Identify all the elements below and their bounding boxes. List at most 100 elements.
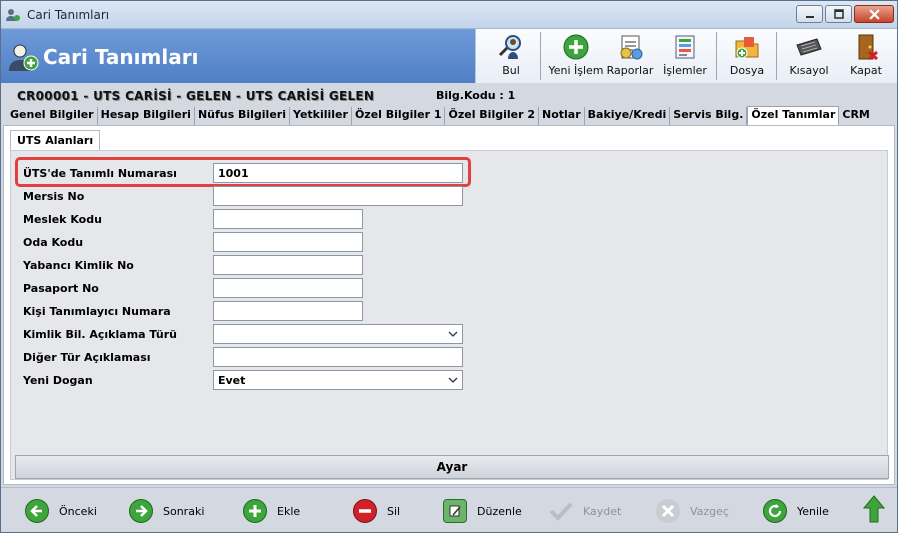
close-button[interactable] (854, 5, 894, 23)
kaydet-label: Kaydet (583, 504, 622, 518)
kaydet-button[interactable]: Kaydet (549, 498, 621, 524)
toolbar-separator (776, 32, 777, 80)
chevron-down-icon (448, 331, 458, 337)
toolbar-label: Kısayol (789, 64, 829, 77)
yenile-label: Yenile (797, 504, 829, 518)
sil-button[interactable]: Sil (353, 498, 400, 524)
tab-ozel-bilgiler-1[interactable]: Özel Bilgiler 1 (351, 107, 446, 126)
cari-icon (9, 44, 39, 71)
onceki-label: Önceki (59, 504, 97, 518)
subtab-uts-alanlari[interactable]: UTS Alanları (10, 130, 101, 150)
select-value: Evet (218, 374, 246, 387)
tab-yetkililer[interactable]: Yetkililer (289, 107, 352, 126)
exit-door-icon (858, 34, 878, 61)
toolbar-raporlar-button[interactable]: Raporlar (606, 31, 654, 81)
onceki-button[interactable]: Önceki (25, 498, 97, 524)
meslek-kodu-input[interactable] (213, 209, 363, 229)
transactions-icon (675, 35, 695, 59)
minimize-button[interactable] (796, 5, 823, 23)
edit-icon (443, 499, 467, 523)
tab-ozel-bilgiler-2[interactable]: Özel Bilgiler 2 (445, 107, 540, 126)
toolbar-separator (716, 32, 717, 80)
folder-icon (735, 37, 759, 59)
page-title: Cari Tanımları (43, 45, 199, 69)
record-code: CR00001 - UTS CARİSİ - GELEN - UTS CARİS… (17, 89, 375, 103)
minimize-icon (805, 16, 814, 18)
toolbar-yeni-islem-button[interactable]: Yeni İşlem (548, 31, 604, 81)
toolbar-dosya-button[interactable]: Dosya (724, 31, 770, 81)
toolbar-islemler-button[interactable]: İşlemler (660, 31, 710, 81)
toolbar-label: İşlemler (663, 64, 707, 77)
window-title: Cari Tanımları (27, 8, 110, 22)
app-icon (6, 9, 20, 21)
field-label: Yabancı Kimlik No (23, 259, 134, 272)
plus-icon (243, 499, 267, 523)
maximize-icon (833, 9, 844, 19)
ekle-label: Ekle (277, 504, 301, 518)
uts-number-input[interactable]: 1001 (213, 163, 463, 183)
toolbar-kisayol-button[interactable]: Kısayol (784, 31, 834, 81)
pasaport-no-input[interactable] (213, 278, 363, 298)
toolbar-label: Raporlar (606, 64, 654, 77)
sil-label: Sil (387, 504, 401, 518)
kimlik-aciklama-turu-select[interactable] (213, 324, 463, 344)
toolbar-label: Kapat (850, 64, 882, 77)
field-label: Yeni Dogan (23, 374, 93, 387)
kisi-tanimlayici-input[interactable] (213, 301, 363, 321)
tab-servis-bilg[interactable]: Servis Bilg. (670, 107, 748, 126)
field-label: Kimlik Bil. Açıklama Türü (23, 328, 177, 341)
tab-genel-bilgiler[interactable]: Genel Bilgiler (7, 107, 98, 126)
yeni-dogan-select[interactable]: Evet (213, 370, 463, 390)
tab-panel: UTS Alanları ÜTS'de Tanımlı Numarası 100… (3, 125, 895, 485)
toolbar-kapat-button[interactable]: Kapat (844, 31, 888, 81)
vazgec-label: Vazgeç (690, 504, 729, 518)
field-label: Pasaport No (23, 282, 99, 295)
tab-crm[interactable]: CRM (839, 107, 873, 126)
toolbar-bul-button[interactable]: Bul (486, 31, 536, 81)
yabanci-kimlik-no-input[interactable] (213, 255, 363, 275)
tab-hesap-bilgileri[interactable]: Hesap Bilgileri (97, 107, 195, 126)
field-label: Kişi Tanımlayıcı Numara (23, 305, 171, 318)
tab-nufus-bilgileri[interactable]: Nüfus Bilgileri (194, 107, 290, 126)
field-label: Diğer Tür Açıklaması (23, 351, 151, 364)
arrow-right-icon (129, 499, 153, 523)
field-label: ÜTS'de Tanımlı Numarası (23, 167, 177, 180)
tab-notlar[interactable]: Notlar (539, 107, 585, 126)
report-icon (620, 35, 643, 60)
bilg-kodu: Bilg.Kodu : 1 (436, 89, 516, 102)
tab-strip: Genel Bilgiler Hesap Bilgileri Nüfus Bil… (7, 106, 873, 126)
mersis-no-input[interactable] (213, 186, 463, 206)
title-bar: Cari Tanımları (1, 1, 897, 29)
tab-bakiye-kredi[interactable]: Bakiye/Kredi (584, 107, 671, 126)
magnifier-person-icon (498, 35, 521, 59)
diger-tur-aciklamasi-input[interactable] (213, 347, 463, 367)
chevron-down-icon (448, 377, 458, 383)
oda-kodu-input[interactable] (213, 232, 363, 252)
maximize-button[interactable] (825, 5, 852, 23)
arrow-left-icon (25, 499, 49, 523)
scroll-top-button[interactable] (863, 495, 885, 523)
yenile-button[interactable]: Yenile (763, 498, 829, 524)
bottom-bar: Önceki Sonraki Ekle Sil Düzenle Kaydet V… (1, 487, 897, 532)
check-icon (549, 499, 573, 523)
sonraki-button[interactable]: Sonraki (129, 498, 204, 524)
field-label: Meslek Kodu (23, 213, 102, 226)
toolbar-label: Dosya (729, 64, 765, 77)
keyboard-icon (796, 38, 822, 56)
plus-circle-icon (563, 34, 589, 60)
form-area: ÜTS'de Tanımlı Numarası 1001 Mersis No M… (10, 150, 889, 480)
toolbar: Bul Yeni İşlem Raporlar İşlemler Dosya K… (475, 29, 897, 83)
minus-icon (353, 499, 377, 523)
arrow-up-icon (863, 495, 885, 523)
tab-ozel-tanimlar[interactable]: Özel Tanımlar (747, 106, 840, 126)
cancel-icon (656, 499, 680, 523)
duzenle-button[interactable]: Düzenle (443, 498, 522, 524)
vazgec-button[interactable]: Vazgeç (656, 498, 729, 524)
field-label: Oda Kodu (23, 236, 84, 249)
sonraki-label: Sonraki (163, 504, 205, 518)
ekle-button[interactable]: Ekle (243, 498, 300, 524)
ayar-button[interactable]: Ayar (15, 455, 889, 479)
refresh-icon (763, 499, 787, 523)
toolbar-label: Bul (502, 64, 520, 77)
duzenle-label: Düzenle (477, 504, 522, 518)
